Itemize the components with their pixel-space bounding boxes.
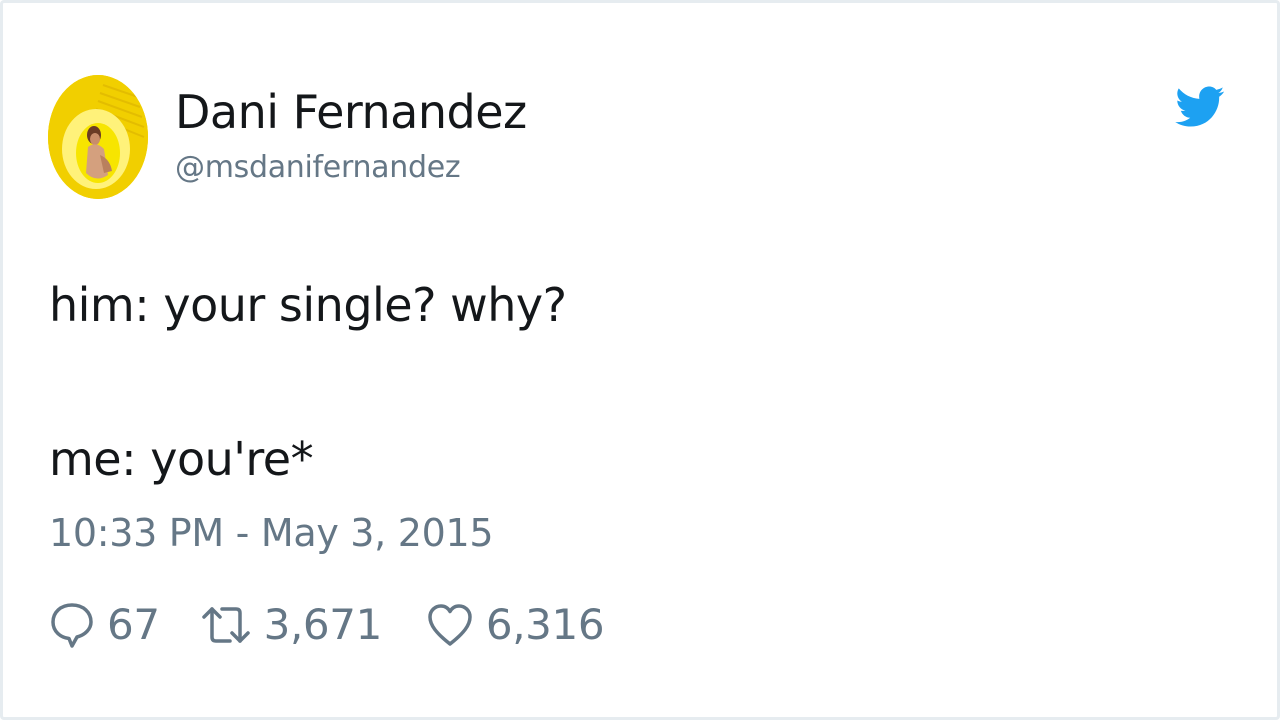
user-handle[interactable]: @msdanifernandez	[175, 149, 461, 187]
reply-count: 67	[107, 600, 160, 649]
display-name[interactable]: Dani Fernandez	[175, 83, 527, 141]
twitter-bird-icon[interactable]	[1175, 85, 1225, 131]
like-button[interactable]: 6,316	[426, 597, 605, 653]
reply-bubble-icon	[49, 600, 95, 650]
heart-icon	[426, 602, 474, 648]
tweet-card: Dani Fernandez @msdanifernandez him: you…	[0, 0, 1280, 720]
reply-button[interactable]: 67	[49, 597, 160, 653]
retweet-count: 3,671	[263, 600, 383, 649]
tweet-timestamp[interactable]: 10:33 PM - May 3, 2015	[49, 509, 494, 557]
tweet-text-line: him: your single? why?	[49, 278, 567, 332]
tweet-actions: 67 3,671 6,316	[49, 597, 605, 653]
avatar-photo	[48, 75, 148, 199]
tweet-text-line: me: you're*	[49, 432, 314, 486]
retweet-icon	[200, 603, 252, 647]
avatar[interactable]	[48, 75, 148, 199]
like-count: 6,316	[485, 600, 605, 649]
retweet-button[interactable]: 3,671	[200, 597, 382, 653]
